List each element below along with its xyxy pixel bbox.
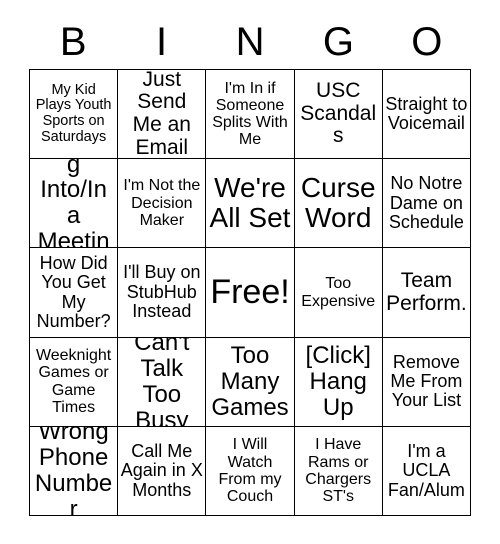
bingo-cell[interactable]: Can't Talk Too Busy bbox=[118, 337, 207, 427]
bingo-cell-label: I Have Rams or Chargers ST's bbox=[305, 436, 372, 506]
bingo-cell-label: I'm Not the Decision Maker bbox=[123, 177, 201, 229]
bingo-card: B I N G O My Kid Plays Youth Sports on S… bbox=[0, 0, 500, 544]
bingo-cell[interactable]: I Have Rams or Chargers ST's bbox=[294, 426, 383, 517]
bingo-cell[interactable]: I'm Not the Decision Maker bbox=[118, 159, 207, 249]
bingo-cell-label: We're All Set bbox=[209, 172, 291, 234]
bingo-cell[interactable]: Wrong Phone Number bbox=[30, 426, 119, 517]
bingo-cell[interactable]: My Kid Plays Youth Sports on Saturdays bbox=[30, 70, 119, 160]
bingo-cell-label: Curse Word bbox=[300, 172, 376, 234]
bingo-cell-label: My Kid Plays Youth Sports on Saturdays bbox=[35, 81, 112, 145]
bingo-header-letter-g: G bbox=[322, 19, 354, 64]
bingo-row: How Did You Get My Number? I'll Buy on S… bbox=[30, 248, 472, 338]
bingo-cell[interactable]: I Will Watch From my Couch bbox=[206, 426, 295, 517]
bingo-cell[interactable]: I'm a UCLA Fan/Alum bbox=[382, 426, 472, 517]
bingo-cell-label: Too Many Games bbox=[211, 341, 289, 421]
bingo-cell[interactable]: Too Expensive bbox=[294, 248, 383, 338]
bingo-grid: My Kid Plays Youth Sports on Saturdays J… bbox=[29, 69, 472, 517]
bingo-cell[interactable]: Running Into/In a Meeting bbox=[30, 159, 119, 249]
bingo-header-letter-b: B bbox=[59, 19, 87, 64]
bingo-cell-label: Just Send Me an Email bbox=[132, 70, 191, 159]
bingo-cell-label: Weeknight Games or Game Times bbox=[35, 347, 112, 416]
bingo-cell[interactable]: [Click] Hang Up bbox=[294, 337, 383, 427]
bingo-cell[interactable]: Too Many Games bbox=[206, 337, 295, 427]
bingo-cell-label: Straight to Voicemail bbox=[385, 93, 468, 134]
bingo-row: My Kid Plays Youth Sports on Saturdays J… bbox=[30, 70, 472, 160]
bingo-cell-label: [Click] Hang Up bbox=[305, 341, 371, 421]
bingo-free-cell[interactable]: Free! bbox=[206, 248, 295, 338]
bingo-cell-label: USC Scandals bbox=[300, 79, 377, 148]
bingo-cell[interactable]: We're All Set bbox=[206, 159, 295, 249]
bingo-cell[interactable]: Straight to Voicemail bbox=[382, 70, 472, 160]
bingo-cell[interactable]: USC Scandals bbox=[294, 70, 383, 160]
bingo-row: Wrong Phone Number Call Me Again in X Mo… bbox=[30, 426, 472, 517]
bingo-cell-label: I'll Buy on StubHub Instead bbox=[123, 262, 201, 322]
bingo-cell[interactable]: How Did You Get My Number? bbox=[30, 248, 119, 338]
bingo-cell[interactable]: Remove Me From Your List bbox=[382, 337, 472, 427]
bingo-cell[interactable]: Curse Word bbox=[294, 159, 383, 249]
bingo-header-letter-n: N bbox=[235, 19, 265, 64]
bingo-header-letter-o: O bbox=[411, 19, 443, 64]
bingo-row: Running Into/In a Meeting I'm Not the De… bbox=[30, 159, 472, 249]
bingo-cell-label: I Will Watch From my Couch bbox=[218, 436, 282, 506]
bingo-cell-label: How Did You Get My Number? bbox=[36, 252, 111, 331]
bingo-cell[interactable]: I'm In if Someone Splits With Me bbox=[206, 70, 295, 160]
bingo-cell[interactable]: No Notre Dame on Schedule bbox=[382, 159, 472, 249]
bingo-cell-label: I'm a UCLA Fan/Alum bbox=[387, 440, 465, 500]
bingo-cell[interactable]: Call Me Again in X Months bbox=[118, 426, 207, 517]
bingo-cell-label: Call Me Again in X Months bbox=[120, 440, 203, 500]
bingo-cell[interactable]: Team Perform. bbox=[382, 248, 472, 338]
bingo-cell[interactable]: I'll Buy on StubHub Instead bbox=[118, 248, 207, 338]
bingo-cell-label: Running Into/In a Meeting bbox=[37, 159, 110, 249]
bingo-cell[interactable]: Just Send Me an Email bbox=[118, 70, 207, 160]
bingo-cell-label: Team Perform. bbox=[386, 268, 467, 315]
bingo-cell-label: Too Expensive bbox=[301, 275, 376, 310]
bingo-cell-label: No Notre Dame on Schedule bbox=[388, 173, 464, 233]
bingo-cell-label: Remove Me From Your List bbox=[390, 351, 463, 411]
bingo-cell-label: I'm In if Someone Splits With Me bbox=[212, 79, 288, 149]
bingo-cell-label: Wrong Phone Number bbox=[34, 426, 113, 517]
bingo-header-letter-i: I bbox=[156, 19, 168, 64]
bingo-cell-label: Can't Talk Too Busy bbox=[134, 337, 190, 427]
bingo-header: B I N G O bbox=[29, 14, 471, 69]
bingo-cell[interactable]: Weeknight Games or Game Times bbox=[30, 337, 119, 427]
bingo-row: Weeknight Games or Game Times Can't Talk… bbox=[30, 337, 472, 427]
bingo-free-label: Free! bbox=[210, 273, 290, 312]
